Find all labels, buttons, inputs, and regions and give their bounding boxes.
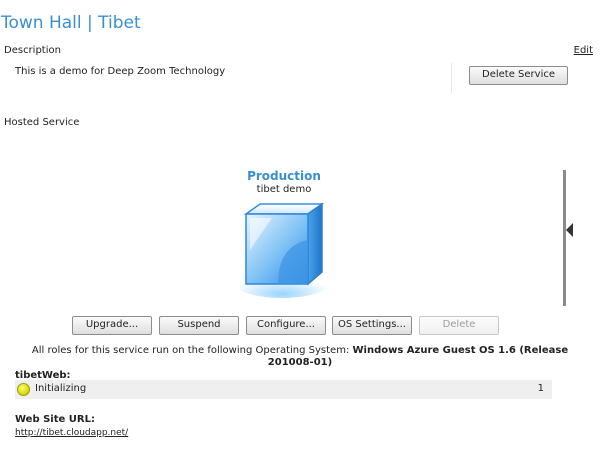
deployment-label: tibet demo (256, 184, 312, 195)
delete-service-button[interactable]: Delete Service (469, 66, 568, 85)
hosted-service-label: Hosted Service (4, 117, 80, 128)
delete-button: Delete (419, 316, 499, 335)
triangle-left-icon[interactable] (566, 223, 573, 237)
status-dot-icon (17, 383, 30, 396)
os-name: Windows Azure Guest OS 1.6 (Release (352, 345, 569, 356)
website-url-link[interactable]: http://tibet.cloudapp.net/ (15, 428, 128, 438)
os-name-cont: 201008-01) (267, 357, 333, 368)
page-title: Town Hall | Tibet (1, 13, 141, 33)
os-info: All roles for this service run on the fo… (20, 345, 580, 369)
deployment-cube-icon[interactable] (232, 200, 332, 300)
deployment-name: Production (247, 169, 321, 183)
role-instance-count: 1 (537, 383, 544, 394)
os-settings-button[interactable]: OS Settings... (332, 316, 412, 335)
suspend-button[interactable]: Suspend (159, 316, 239, 335)
website-url-label: Web Site URL: (15, 414, 95, 425)
divider (451, 63, 452, 93)
description-label: Description (4, 45, 61, 56)
role-status: Initializing (35, 383, 87, 394)
upgrade-button[interactable]: Upgrade... (72, 316, 152, 335)
configure-button[interactable]: Configure... (246, 316, 326, 335)
role-instance-row[interactable]: Initializing 1 (15, 380, 552, 399)
os-info-prefix: All roles for this service run on the fo… (31, 345, 353, 356)
collapse-panel-track[interactable] (563, 170, 566, 306)
edit-link[interactable]: Edit (574, 45, 593, 56)
description-text: This is a demo for Deep Zoom Technology (15, 66, 226, 77)
